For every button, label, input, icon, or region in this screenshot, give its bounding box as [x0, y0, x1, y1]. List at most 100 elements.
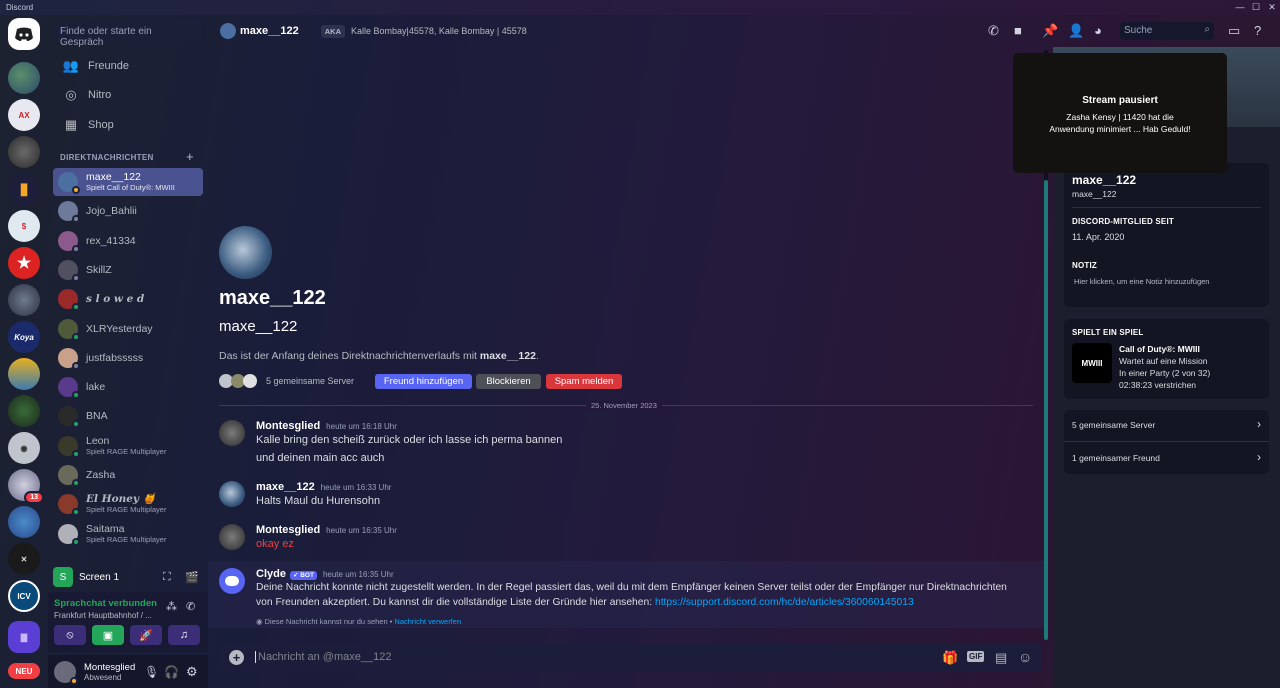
add-friend-button[interactable]: Freund hinzufügen — [375, 374, 472, 389]
message-author[interactable]: Montesglied — [256, 524, 320, 536]
server-icon[interactable]: 13 — [8, 469, 44, 504]
gift-icon[interactable]: 🎁 — [942, 650, 958, 666]
server-icon[interactable]: ★ — [8, 247, 40, 279]
server-icon[interactable] — [8, 395, 40, 427]
server-icon[interactable]: ICV — [8, 580, 40, 612]
message-author[interactable]: Clyde — [256, 568, 286, 580]
server-icon[interactable]: AX — [8, 99, 40, 131]
message-author[interactable]: maxe__122 — [256, 481, 315, 493]
support-link[interactable]: https://support.discord.com/hc/de/articl… — [655, 597, 914, 608]
report-spam-button[interactable]: Spam melden — [546, 374, 622, 389]
dm-item[interactable]: Leon Spielt RAGE Multiplayer — [53, 432, 203, 460]
add-friend-icon[interactable]: 👤 — [1068, 23, 1084, 39]
dm-item[interactable]: El Honey 🍯 Spielt RAGE Multiplayer — [53, 490, 203, 518]
header-search-input[interactable]: Suche ⌕ — [1120, 22, 1214, 40]
server-folder-icon[interactable]: ▇ — [8, 621, 40, 653]
voice-channel[interactable]: Frankfurt Hauptbahnhof / ... — [54, 611, 152, 620]
status-icon — [72, 449, 80, 458]
message-timestamp: heute um 16:35 Uhr — [322, 570, 394, 579]
scrollbar-thumb[interactable] — [1044, 180, 1048, 640]
avatar[interactable] — [219, 568, 245, 594]
nav-label: Freunde — [88, 60, 129, 72]
dm-search-input[interactable]: Finde oder starte ein Gespräch — [54, 21, 202, 48]
screen-settings-icon[interactable]: ⛶ — [163, 571, 171, 584]
mutual-servers[interactable]: 5 gemeinsame Server — [266, 376, 354, 386]
server-icon[interactable] — [8, 62, 40, 94]
server-icon[interactable]: $ — [8, 210, 40, 242]
dm-item[interactable]: BNA — [53, 402, 203, 430]
activity-icon[interactable]: 🎬 — [185, 571, 199, 584]
gear-icon[interactable]: ⚙ — [186, 664, 198, 680]
search-placeholder: Suche — [1124, 25, 1153, 36]
create-dm-plus-icon[interactable]: + — [186, 149, 194, 164]
server-icon[interactable] — [8, 358, 40, 390]
dm-item[interactable]: Zasha — [53, 461, 203, 489]
help-icon[interactable]: ? — [1254, 23, 1261, 38]
maximize-icon[interactable]: ☐ — [1248, 0, 1264, 15]
noise-suppression-icon[interactable]: ⁂ — [166, 600, 177, 613]
headphones-icon[interactable]: 🎧 — [164, 665, 179, 679]
camera-off-button[interactable]: ⦸ — [54, 625, 86, 645]
dm-item[interactable]: Saitama Spielt RAGE Multiplayer — [53, 520, 203, 548]
video-icon[interactable]: ■ — [1014, 23, 1022, 38]
inbox-icon[interactable]: ▭ — [1228, 23, 1240, 39]
server-icon[interactable]: ▮ — [8, 173, 40, 205]
soundboard-button[interactable]: ♫ — [168, 625, 200, 645]
dm-item[interactable]: lake — [53, 373, 203, 401]
avatar — [58, 377, 80, 400]
microphone-icon[interactable]: 🎙 — [144, 665, 159, 679]
dm-item[interactable]: maxe__122 Spielt Call of Duty®: MWIII — [53, 168, 203, 196]
dm-item[interactable]: Jojo_Bahlii — [53, 197, 203, 225]
upload-plus-icon[interactable]: + — [229, 650, 244, 665]
server-icon[interactable] — [8, 136, 40, 168]
dm-item[interactable]: SkillZ — [53, 256, 203, 284]
chevron-right-icon: › — [1257, 450, 1261, 464]
avatar[interactable] — [54, 660, 78, 685]
discord-home-button[interactable] — [8, 18, 40, 50]
dm-item[interactable]: rex_41334 — [53, 227, 203, 255]
camera-off-icon: ⦸ — [66, 628, 74, 641]
server-icon[interactable]: ◉ — [8, 432, 40, 464]
message-input[interactable]: Nachricht an @maxe__122 — [255, 651, 391, 663]
avatar[interactable] — [219, 420, 245, 446]
emoji-icon[interactable]: ☺ — [1018, 649, 1032, 665]
note-input[interactable]: Hier klicken, um eine Notiz hinzuzufügen — [1074, 277, 1209, 286]
disconnect-icon[interactable]: ✆ — [186, 600, 195, 613]
dm-item[interactable]: XLRYesterday — [53, 315, 203, 343]
dm-item[interactable]: s l o w e d — [53, 285, 203, 313]
close-icon[interactable]: ✕ — [1264, 0, 1280, 15]
avatar — [58, 172, 80, 194]
avatar — [58, 435, 80, 458]
pin-icon[interactable]: 📌 — [1042, 23, 1058, 39]
nav-friends[interactable]: 👥 Freunde — [54, 52, 202, 80]
avatar[interactable] — [219, 481, 245, 507]
screen-share-button[interactable]: ▣ — [92, 625, 124, 645]
server-icon[interactable] — [8, 506, 40, 538]
intro-display-name: maxe__122 — [219, 287, 326, 309]
server-icon[interactable]: ✕ — [8, 543, 40, 575]
sticker-icon[interactable]: ▤ — [995, 650, 1007, 666]
call-icon[interactable]: ✆ — [988, 23, 999, 39]
minimize-icon[interactable]: — — [1232, 0, 1248, 15]
message-author[interactable]: Montesglied — [256, 420, 320, 432]
dismiss-message-link[interactable]: Nachricht verwerfen — [394, 617, 461, 626]
avatar[interactable] — [219, 524, 245, 550]
server-icon[interactable]: Koya — [8, 321, 40, 353]
mutual-server-icons[interactable] — [219, 374, 257, 388]
activities-button[interactable]: 🚀 — [130, 625, 162, 645]
avatar — [220, 23, 236, 39]
nav-nitro[interactable]: ◎ Nitro — [54, 81, 202, 109]
new-features-button[interactable]: NEU — [8, 663, 40, 679]
mutual-friends-row[interactable]: 1 gemeinsamer Freund › — [1064, 442, 1269, 474]
block-button[interactable]: Blockieren — [476, 374, 541, 389]
activity-card: SPIELT EIN SPIEL MWIII Call of Duty®: MW… — [1064, 319, 1269, 399]
dm-name: maxe__122 — [86, 171, 141, 183]
nav-shop[interactable]: ▦ Shop — [54, 111, 202, 139]
server-icon[interactable] — [8, 284, 40, 316]
gif-button[interactable]: GIF — [967, 651, 985, 662]
status-icon — [72, 508, 80, 517]
mutual-servers-row[interactable]: 5 gemeinsame Server › — [1064, 410, 1269, 442]
profile-icon[interactable]: ◕ — [1094, 23, 1102, 38]
status-icon — [72, 479, 80, 487]
dm-item[interactable]: justfabsssss — [53, 344, 203, 372]
